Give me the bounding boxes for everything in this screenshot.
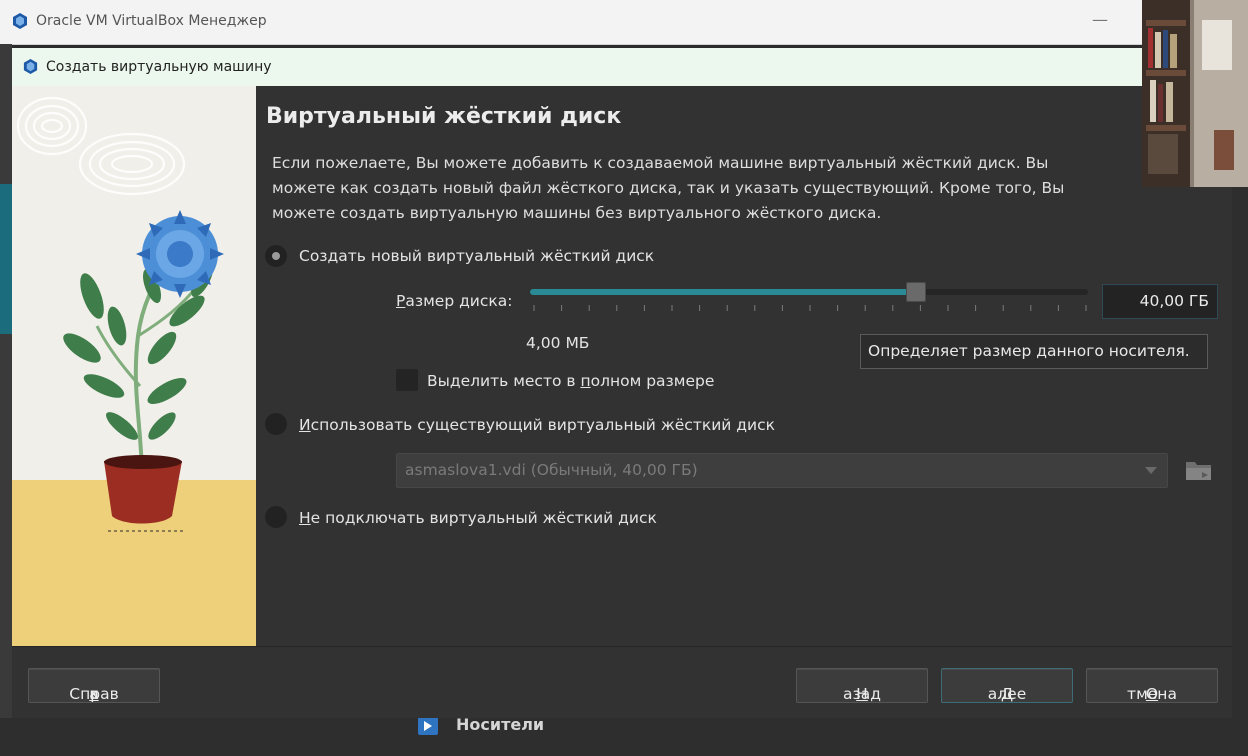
disk-size-min-label: 4,00 МБ — [526, 334, 590, 352]
radio-create-new-disk[interactable] — [265, 245, 287, 267]
minimize-button[interactable]: — — [1092, 10, 1108, 29]
slider-ticks — [533, 305, 1087, 311]
dialog-titlebar: Создать виртуальную машину — [12, 48, 1232, 86]
preallocate-checkbox[interactable] — [396, 369, 418, 391]
radio-selected-dot — [272, 252, 280, 260]
dialog-separator — [12, 646, 1232, 647]
manager-title: Oracle VM VirtualBox Менеджер — [36, 13, 267, 29]
existing-disk-select[interactable]: asmaslova1.vdi (Обычный, 40,00 ГБ) — [396, 453, 1168, 488]
disk-size-slider-fill — [530, 289, 915, 295]
manager-bottom-area — [0, 718, 1248, 756]
disk-size-slider-handle[interactable] — [906, 282, 926, 302]
radio-use-existing-disk[interactable] — [265, 413, 287, 435]
help-button[interactable]: Справ к а — [28, 668, 160, 703]
flower-pot-illustration — [12, 86, 256, 646]
manager-left-edge — [0, 44, 12, 756]
cancel-button[interactable]: Отмена — [1086, 668, 1218, 703]
preallocate-label[interactable]: Выделить место в полном размере — [427, 372, 714, 390]
use-existing-disk-label[interactable]: Использовать существующий виртуальный жё… — [299, 416, 775, 434]
webcam-image — [1142, 0, 1248, 187]
disk-size-slider-track[interactable] — [530, 289, 1088, 295]
disk-size-tooltip: Определяет размер данного носителя. — [860, 334, 1208, 369]
disk-size-label: Размер диска: — [396, 292, 513, 310]
create-vm-dialog: Создать виртуальную машину Виртуальный ж… — [12, 48, 1232, 718]
wizard-illustration — [12, 86, 256, 646]
next-button[interactable]: Далее — [941, 668, 1073, 703]
no-disk-label[interactable]: Не подключать виртуальный жёсткий диск — [299, 509, 657, 527]
webcam-overlay — [1142, 0, 1248, 187]
page-description: Если пожелаете, Вы можете добавить к соз… — [272, 154, 1065, 222]
dialog-title: Создать виртуальную машину — [46, 59, 272, 75]
back-button[interactable]: Назад — [796, 668, 928, 703]
chevron-down-icon — [1145, 467, 1157, 474]
media-icon — [418, 717, 438, 735]
radio-no-disk[interactable] — [265, 506, 287, 528]
virtualbox-logo-icon — [13, 13, 27, 29]
virtualbox-logo-icon — [23, 58, 38, 75]
page-heading: Виртуальный жёсткий диск — [266, 104, 622, 129]
disk-size-input[interactable]: 40,00 ГБ — [1102, 284, 1218, 319]
choose-disk-folder-icon[interactable] — [1184, 456, 1214, 484]
manager-titlebar: Oracle VM VirtualBox Менеджер — — [0, 0, 1248, 45]
create-new-disk-label[interactable]: Создать новый виртуальный жёсткий диск — [299, 247, 654, 265]
